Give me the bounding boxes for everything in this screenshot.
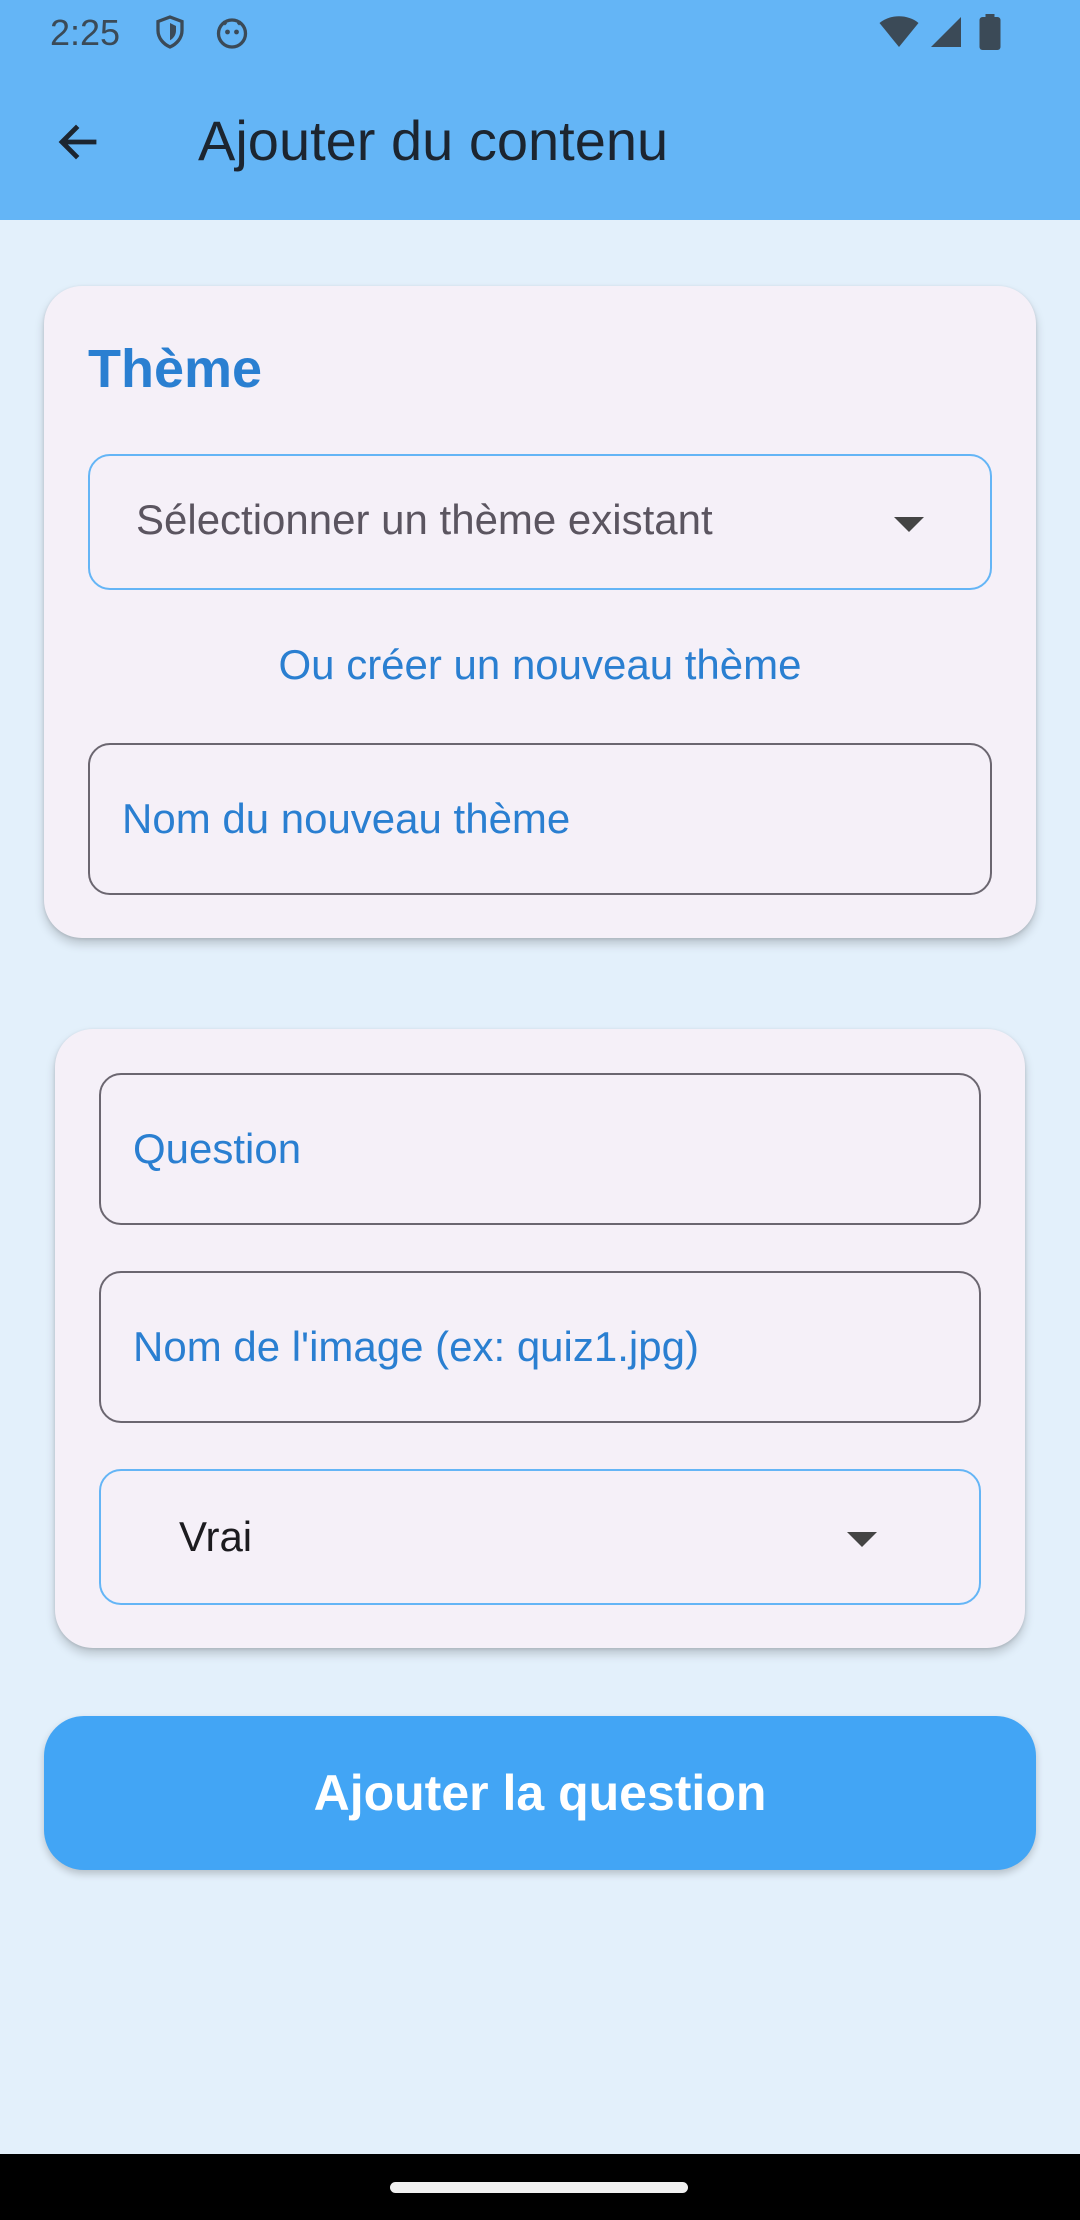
question-label: Question <box>133 1125 302 1172</box>
wifi-icon <box>878 14 920 50</box>
theme-select-placeholder: Sélectionner un thème existant <box>136 496 713 543</box>
android-face-icon <box>214 14 250 50</box>
question-card: Question Nom de l'image (ex: quiz1.jpg) … <box>55 1029 1025 1648</box>
dropdown-arrow-icon <box>847 1532 877 1547</box>
theme-select[interactable]: Sélectionner un thème existant <box>88 454 992 590</box>
theme-card: Thème Sélectionner un thème existant Ou … <box>44 286 1036 938</box>
app-bar: Ajouter du contenu <box>0 66 1080 220</box>
page-title: Ajouter du contenu <box>198 109 669 172</box>
new-theme-name-label: Nom du nouveau thème <box>122 795 571 842</box>
answer-select-value: Vrai <box>179 1513 253 1560</box>
shield-icon <box>152 14 188 50</box>
navigation-bar <box>0 2154 1080 2220</box>
new-theme-name-input[interactable]: Nom du nouveau thème <box>88 743 992 895</box>
dropdown-arrow-icon <box>894 517 924 532</box>
home-indicator[interactable] <box>390 2182 688 2193</box>
signal-icon <box>928 14 964 50</box>
image-name-label: Nom de l'image (ex: quiz1.jpg) <box>133 1323 699 1370</box>
add-question-button[interactable]: Ajouter la question <box>44 1716 1036 1870</box>
back-button[interactable] <box>40 106 116 182</box>
status-bar: 2:25 <box>0 0 1080 66</box>
battery-icon <box>978 14 1002 50</box>
answer-select[interactable]: Vrai <box>99 1469 981 1605</box>
create-theme-link: Ou créer un nouveau thème <box>278 641 802 688</box>
image-name-input[interactable]: Nom de l'image (ex: quiz1.jpg) <box>99 1271 981 1423</box>
add-question-label: Ajouter la question <box>313 1765 767 1821</box>
question-input[interactable]: Question <box>99 1073 981 1225</box>
status-time: 2:25 <box>50 12 121 53</box>
arrow-back-icon <box>54 118 102 171</box>
theme-section-title: Thème <box>88 339 263 399</box>
